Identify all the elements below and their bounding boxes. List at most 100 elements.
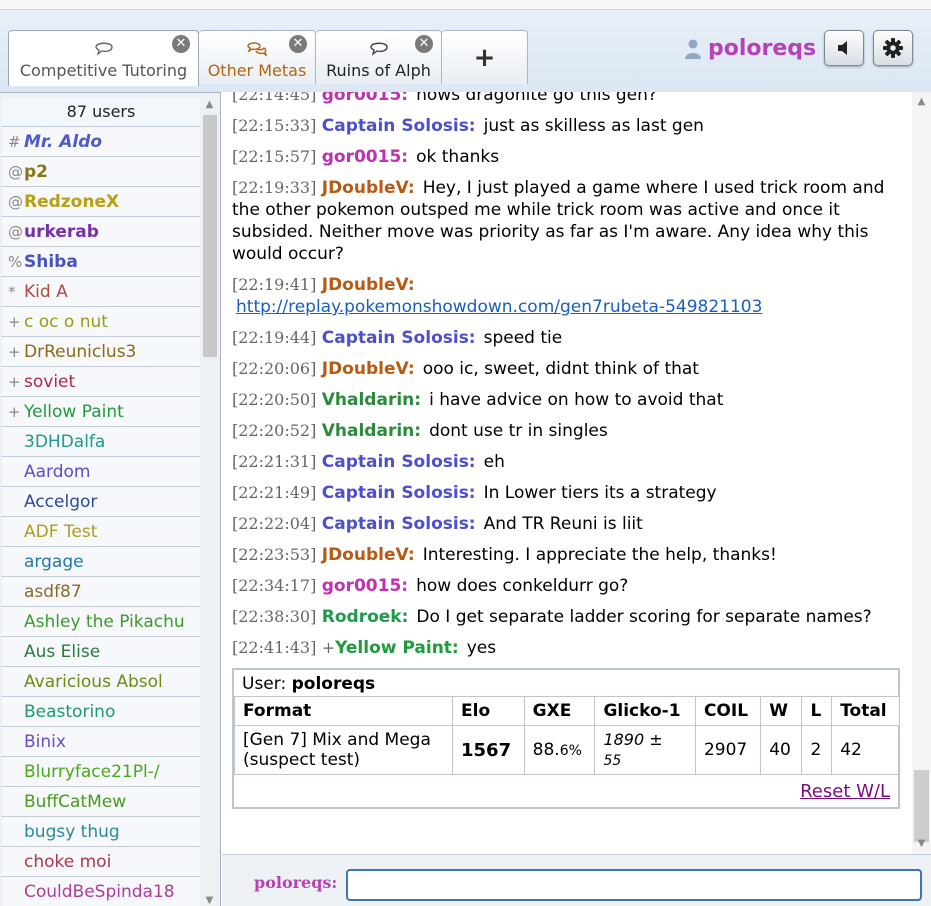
- user-name[interactable]: Shiba: [24, 252, 78, 272]
- user-list-item[interactable]: Binix: [2, 727, 200, 757]
- user-name[interactable]: Binix: [24, 732, 66, 752]
- user-list-item[interactable]: 3DHDalfa: [2, 427, 200, 457]
- user-name[interactable]: asdf87: [24, 582, 82, 602]
- user-name[interactable]: ADF Test: [24, 522, 97, 542]
- user-name[interactable]: Mr. Aldo: [24, 132, 102, 152]
- message-author[interactable]: JDoubleV:: [322, 545, 415, 565]
- user-name[interactable]: Beastorino: [24, 702, 115, 722]
- user-list-item[interactable]: ADF Test: [2, 517, 200, 547]
- message-author[interactable]: Captain Solosis:: [322, 514, 476, 534]
- user-list-item[interactable]: Aardom: [2, 457, 200, 487]
- user-list-item[interactable]: CouldBeSpinda18: [2, 877, 200, 906]
- scroll-up-icon[interactable]: ▲: [201, 99, 218, 110]
- message-timestamp: [22:15:33]: [232, 116, 317, 135]
- user-name[interactable]: RedzoneX: [24, 192, 119, 212]
- user-list-item[interactable]: BuffCatMew: [2, 787, 200, 817]
- user-name[interactable]: CouldBeSpinda18: [24, 882, 175, 902]
- user-list-item[interactable]: + DrReuniclus3: [2, 337, 200, 367]
- user-list-item[interactable]: + c oc o nut: [2, 307, 200, 337]
- user-name[interactable]: soviet: [24, 372, 75, 392]
- user-name[interactable]: 3DHDalfa: [24, 432, 105, 452]
- message-author[interactable]: gor0015:: [322, 576, 408, 596]
- user-list-item[interactable]: bugsy thug: [2, 817, 200, 847]
- message-author[interactable]: Vhaldarin:: [322, 421, 421, 441]
- user-name[interactable]: argage: [24, 552, 84, 572]
- user-list-item[interactable]: argage: [2, 547, 200, 577]
- user-rank: @: [8, 163, 23, 181]
- user-icon: [685, 39, 701, 59]
- chat-message: [22:41:43] +Yellow Paint: yes: [232, 637, 902, 659]
- message-author[interactable]: JDoubleV:: [322, 178, 415, 198]
- user-list-item[interactable]: Ashley the Pikachu: [2, 607, 200, 637]
- user-list-item[interactable]: asdf87: [2, 577, 200, 607]
- user-rank: +: [8, 373, 21, 391]
- user-list-item[interactable]: @p2: [2, 157, 200, 187]
- user-list-item[interactable]: + soviet: [2, 367, 200, 397]
- message-author[interactable]: Captain Solosis:: [322, 328, 476, 348]
- user-list-item[interactable]: % Shiba: [2, 247, 200, 277]
- user-list-item[interactable]: # Mr. Aldo: [2, 127, 200, 157]
- message-author[interactable]: Vhaldarin:: [322, 390, 421, 410]
- user-name[interactable]: Blurryface21Pl-/: [24, 762, 160, 782]
- tab-ruins-of-alph[interactable]: ✕ Ruins of Alph: [316, 30, 442, 84]
- user-list-item[interactable]: Blurryface21Pl-/: [2, 757, 200, 787]
- speaker-icon: [838, 41, 847, 55]
- message-author[interactable]: gor0015:: [322, 147, 408, 167]
- message-author[interactable]: Rodroek:: [322, 607, 409, 627]
- scroll-up-icon[interactable]: ▲: [912, 96, 931, 107]
- new-tab-button[interactable]: +: [442, 30, 528, 84]
- tab-competitive-tutoring[interactable]: ✕ Competitive Tutoring: [8, 30, 199, 86]
- ladder-username[interactable]: poloreqs: [292, 674, 376, 694]
- message-author[interactable]: gor0015:: [322, 92, 408, 105]
- user-rank: +: [8, 343, 21, 361]
- message-author[interactable]: Yellow Paint:: [335, 638, 459, 658]
- user-name[interactable]: Ashley the Pikachu: [24, 612, 185, 632]
- user-list-item[interactable]: * Kid A: [2, 277, 200, 307]
- user-name[interactable]: Kid A: [24, 282, 68, 302]
- user-name[interactable]: Accelgor: [24, 492, 97, 512]
- user-name[interactable]: Aardom: [24, 462, 91, 482]
- chat-input[interactable]: [346, 869, 922, 901]
- user-name[interactable]: Avaricious Absol: [24, 672, 163, 692]
- user-list-item[interactable]: @urkerab: [2, 217, 200, 247]
- message-author[interactable]: Captain Solosis:: [322, 483, 476, 503]
- user-list-item[interactable]: Aus Elise: [2, 637, 200, 667]
- chat-scrollbar[interactable]: ▲ ▼: [912, 92, 931, 854]
- user-list-item[interactable]: Accelgor: [2, 487, 200, 517]
- user-list-item[interactable]: Beastorino: [2, 697, 200, 727]
- user-name[interactable]: bugsy thug: [24, 822, 120, 842]
- message-author[interactable]: JDoubleV:: [322, 275, 415, 295]
- scroll-down-icon[interactable]: ▼: [201, 895, 218, 906]
- message-author[interactable]: Captain Solosis:: [322, 452, 476, 472]
- sound-button[interactable]: [824, 30, 864, 66]
- close-icon[interactable]: ✕: [172, 35, 190, 53]
- tab-other-metas[interactable]: ✕ Other Metas: [199, 30, 316, 84]
- scroll-down-icon[interactable]: ▼: [912, 838, 931, 849]
- user-list-item[interactable]: choke moi: [2, 847, 200, 877]
- user-name[interactable]: BuffCatMew: [24, 792, 126, 812]
- user-name[interactable]: c oc o nut: [24, 312, 108, 332]
- message-author[interactable]: JDoubleV:: [322, 359, 415, 379]
- user-name[interactable]: Aus Elise: [24, 642, 100, 662]
- username[interactable]: poloreqs: [708, 36, 816, 61]
- user-name[interactable]: p2: [24, 162, 48, 182]
- user-name[interactable]: DrReuniclus3: [24, 342, 136, 362]
- settings-button[interactable]: [873, 30, 913, 66]
- scroll-thumb[interactable]: [914, 770, 929, 842]
- user-list-item[interactable]: @RedzoneX: [2, 187, 200, 217]
- replay-link[interactable]: http://replay.pokemonshowdown.com/gen7ru…: [236, 297, 762, 317]
- reset-wl-link[interactable]: Reset W/L: [800, 781, 890, 802]
- user-list-scrollbar[interactable]: ▲ ▼: [201, 97, 218, 906]
- user-list-item[interactable]: Avaricious Absol: [2, 667, 200, 697]
- user-name[interactable]: choke moi: [24, 852, 111, 872]
- user-menu[interactable]: poloreqs: [684, 36, 816, 61]
- close-icon[interactable]: ✕: [289, 35, 307, 53]
- scroll-thumb[interactable]: [203, 115, 217, 357]
- user-name[interactable]: urkerab: [24, 222, 99, 242]
- message-timestamp: [22:34:17]: [232, 576, 317, 595]
- close-icon[interactable]: ✕: [415, 35, 433, 53]
- user-name[interactable]: Yellow Paint: [24, 402, 124, 422]
- message-text: eh: [483, 452, 505, 472]
- user-list-item[interactable]: + Yellow Paint: [2, 397, 200, 427]
- message-author[interactable]: Captain Solosis:: [322, 116, 476, 136]
